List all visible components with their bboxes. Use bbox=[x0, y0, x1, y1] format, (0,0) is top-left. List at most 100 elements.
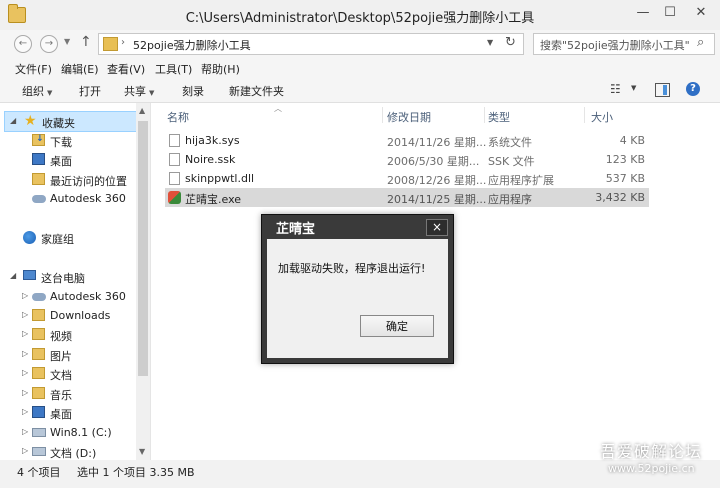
maximize-button[interactable]: ☐ bbox=[659, 3, 681, 23]
nav-documents[interactable]: ▷ 文档 bbox=[0, 364, 135, 383]
column-header-date[interactable]: 修改日期 bbox=[387, 109, 431, 125]
nav-videos[interactable]: ▷ 视频 bbox=[0, 325, 135, 344]
nav-downloads-pc[interactable]: ▷ Downloads bbox=[0, 306, 135, 325]
pictures-icon bbox=[32, 348, 45, 360]
column-header-size[interactable]: 大小 bbox=[591, 109, 613, 125]
new-folder-button[interactable]: 新建文件夹 bbox=[229, 83, 284, 99]
nav-recent[interactable]: 最近访问的位置 bbox=[0, 170, 135, 189]
nav-autodesk-fav[interactable]: Autodesk 360 bbox=[0, 189, 135, 208]
expander-icon[interactable]: ▷ bbox=[22, 407, 28, 416]
chevron-down-icon: ▼ bbox=[47, 89, 53, 97]
drive-icon bbox=[32, 428, 46, 437]
burn-button[interactable]: 刻录 bbox=[182, 83, 204, 99]
view-chevron-down-icon[interactable]: ▼ bbox=[631, 84, 636, 98]
expander-icon[interactable]: ◢ bbox=[10, 116, 16, 125]
file-type: SSK 文件 bbox=[488, 155, 535, 168]
file-row[interactable]: hija3k.sys 2014/11/26 星期... 系统文件 4 KB bbox=[165, 131, 649, 150]
refresh-button[interactable]: ↻ bbox=[505, 35, 516, 50]
menu-edit[interactable]: 编辑(E) bbox=[61, 61, 99, 77]
expander-icon[interactable]: ▷ bbox=[22, 349, 28, 358]
nav-scrollbar[interactable]: ▲ ▼ bbox=[136, 103, 150, 460]
file-row[interactable]: Noire.ssk 2006/5/30 星期... SSK 文件 123 KB bbox=[165, 150, 649, 169]
expander-icon[interactable]: ▷ bbox=[22, 446, 28, 455]
file-icon bbox=[169, 134, 180, 147]
nav-label: 图片 bbox=[50, 350, 72, 363]
sort-chevron-up-icon: ︿ bbox=[274, 104, 282, 113]
documents-icon bbox=[32, 367, 45, 379]
view-options-icon[interactable]: ☷ bbox=[610, 82, 621, 96]
nav-favorites[interactable]: ◢ ★ 收藏夹 bbox=[4, 111, 137, 132]
minimize-button[interactable]: — bbox=[632, 3, 654, 23]
menu-tools[interactable]: 工具(T) bbox=[155, 61, 192, 77]
nav-homegroup[interactable]: 家庭组 bbox=[0, 228, 135, 247]
application-icon bbox=[168, 191, 181, 204]
expander-icon[interactable]: ▷ bbox=[22, 388, 28, 397]
file-date: 2008/12/26 星期... bbox=[387, 174, 487, 187]
dialog-close-button[interactable]: × bbox=[426, 219, 448, 236]
expander-icon[interactable]: ▷ bbox=[22, 291, 28, 300]
explorer-window: C:\Users\Administrator\Desktop\52pojie强力… bbox=[0, 0, 720, 488]
dialog-body: 加载驱动失败，程序退出运行! 确定 bbox=[267, 239, 448, 358]
navigation-pane: ◢ ★ 收藏夹 下载 桌面 最近访问的位置 Autodesk 360 家庭组 ◢… bbox=[0, 103, 150, 460]
address-chevron-down-icon[interactable]: ▼ bbox=[487, 38, 493, 47]
downloads-icon bbox=[32, 134, 45, 146]
file-size: 123 KB bbox=[605, 153, 645, 166]
up-button[interactable]: ↑ bbox=[80, 34, 92, 50]
desktop-icon bbox=[32, 406, 45, 418]
organize-label: 组织 bbox=[22, 85, 44, 98]
column-divider[interactable] bbox=[484, 107, 485, 123]
menu-bar: 文件(F) 编辑(E) 查看(V) 工具(T) 帮助(H) bbox=[0, 58, 720, 78]
dialog-title: 芷晴宝 bbox=[276, 222, 316, 237]
back-button[interactable]: ← bbox=[14, 35, 32, 53]
share-button[interactable]: 共享 ▼ bbox=[124, 83, 154, 99]
watermark-url: www.52pojie.cn bbox=[608, 462, 695, 475]
column-divider[interactable] bbox=[382, 107, 383, 123]
nav-label: 桌面 bbox=[50, 155, 72, 168]
scroll-thumb[interactable] bbox=[138, 121, 148, 376]
menu-file[interactable]: 文件(F) bbox=[15, 61, 52, 77]
expander-icon[interactable]: ◢ bbox=[10, 271, 16, 280]
recent-locations-chevron-down-icon[interactable]: ▼ bbox=[64, 37, 70, 46]
nav-pictures[interactable]: ▷ 图片 bbox=[0, 345, 135, 364]
menu-view[interactable]: 查看(V) bbox=[107, 61, 145, 77]
nav-desktop-pc[interactable]: ▷ 桌面 bbox=[0, 403, 135, 422]
file-date: 2014/11/26 星期... bbox=[387, 136, 487, 149]
open-button[interactable]: 打开 bbox=[79, 83, 101, 99]
nav-this-pc[interactable]: ◢ 这台电脑 bbox=[0, 267, 135, 286]
breadcrumb-current[interactable]: 52pojie强力删除小工具 bbox=[133, 37, 251, 53]
expander-icon[interactable]: ▷ bbox=[22, 427, 28, 436]
column-header-name[interactable]: 名称 bbox=[167, 109, 189, 125]
nav-drive-d[interactable]: ▷ 文档 (D:) bbox=[0, 442, 135, 461]
file-row[interactable]: skinppwtl.dll 2008/12/26 星期... 应用程序扩展 53… bbox=[165, 169, 649, 188]
help-icon[interactable]: ? bbox=[686, 82, 700, 96]
expander-icon[interactable]: ▷ bbox=[22, 368, 28, 377]
column-header-type[interactable]: 类型 bbox=[488, 109, 510, 125]
nav-desktop[interactable]: 桌面 bbox=[0, 150, 135, 169]
organize-button[interactable]: 组织 ▼ bbox=[22, 83, 52, 99]
column-divider[interactable] bbox=[584, 107, 585, 123]
search-input[interactable]: 搜索"52pojie强力删除小工具" ⌕ bbox=[533, 33, 715, 55]
window-title: C:\Users\Administrator\Desktop\52pojie强力… bbox=[185, 11, 535, 26]
file-row-selected[interactable]: 芷晴宝.exe 2014/11/25 星期... 应用程序 3,432 KB bbox=[165, 188, 649, 207]
expander-icon[interactable]: ▷ bbox=[22, 310, 28, 319]
expander-icon[interactable]: ▷ bbox=[22, 329, 28, 338]
ok-button[interactable]: 确定 bbox=[360, 315, 434, 337]
close-button[interactable]: ✕ bbox=[686, 3, 716, 23]
forward-button[interactable]: → bbox=[40, 35, 58, 53]
search-icon[interactable]: ⌕ bbox=[697, 35, 704, 50]
scroll-up-icon[interactable]: ▲ bbox=[139, 106, 145, 115]
nav-label: Downloads bbox=[50, 309, 111, 322]
menu-help[interactable]: 帮助(H) bbox=[201, 61, 240, 77]
preview-pane-icon[interactable] bbox=[655, 83, 670, 97]
computer-icon bbox=[23, 270, 36, 280]
address-bar[interactable]: › 52pojie强力删除小工具 ▼ ↻ bbox=[98, 33, 524, 55]
nav-music[interactable]: ▷ 音乐 bbox=[0, 384, 135, 403]
nav-autodesk-pc[interactable]: ▷ Autodesk 360 bbox=[0, 287, 135, 306]
folder-icon bbox=[32, 309, 45, 321]
scroll-down-icon[interactable]: ▼ bbox=[139, 447, 145, 456]
breadcrumb-separator[interactable]: › bbox=[121, 37, 125, 48]
nav-downloads[interactable]: 下载 bbox=[0, 131, 135, 150]
nav-drive-c[interactable]: ▷ Win8.1 (C:) bbox=[0, 423, 135, 442]
desktop-icon bbox=[32, 153, 45, 165]
cloud-icon bbox=[32, 293, 46, 301]
